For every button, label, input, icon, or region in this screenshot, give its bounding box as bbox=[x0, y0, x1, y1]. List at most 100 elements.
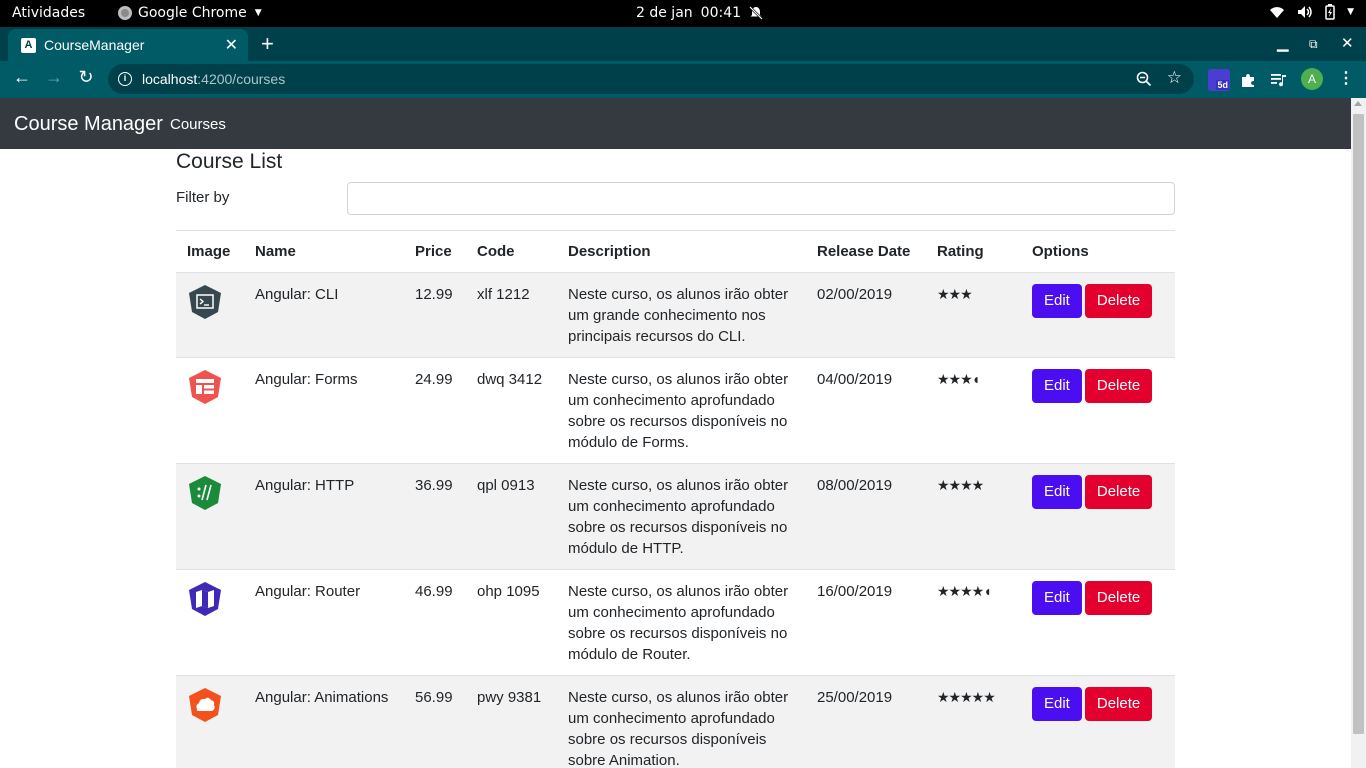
address-bar[interactable]: i localhost:4200/courses ☆ bbox=[108, 64, 1194, 94]
cell-price: 46.99 bbox=[404, 569, 466, 676]
activities-button[interactable]: Atividades bbox=[12, 5, 85, 21]
edit-button[interactable]: Edit bbox=[1032, 475, 1082, 509]
profile-avatar[interactable]: A bbox=[1301, 68, 1323, 90]
cell-code: pwy 9381 bbox=[466, 675, 557, 768]
forward-icon[interactable]: → bbox=[43, 67, 65, 88]
tray-caret-icon: ▼ bbox=[1347, 7, 1354, 17]
cell-image bbox=[176, 357, 244, 464]
header-description: Description bbox=[557, 230, 806, 273]
edit-button[interactable]: Edit bbox=[1032, 284, 1082, 318]
edit-button[interactable]: Edit bbox=[1032, 687, 1082, 721]
restore-icon[interactable]: ⧉ bbox=[1309, 37, 1318, 52]
cell-image bbox=[176, 569, 244, 676]
cell-options: Edit Delete bbox=[1021, 272, 1175, 358]
cell-release-date: 02/00/2019 bbox=[806, 272, 926, 358]
cell-description: Neste curso, os alunos irão obter um con… bbox=[557, 463, 806, 570]
header-rating: Rating bbox=[926, 230, 1021, 273]
filter-input[interactable] bbox=[347, 182, 1175, 215]
site-info-icon[interactable]: i bbox=[118, 72, 132, 86]
zoom-out-icon[interactable] bbox=[1136, 71, 1152, 87]
os-top-bar: Atividades Google Chrome ▼ 2 de jan 00:4… bbox=[0, 0, 1366, 27]
system-tray[interactable]: ▼ bbox=[1269, 4, 1354, 20]
edit-button[interactable]: Edit bbox=[1032, 369, 1082, 403]
new-tab-icon[interactable]: + bbox=[261, 31, 274, 57]
delete-button[interactable]: Delete bbox=[1084, 581, 1153, 615]
cell-options: Edit Delete bbox=[1021, 357, 1175, 464]
caret-down-icon: ▼ bbox=[254, 8, 262, 18]
delete-button[interactable]: Delete bbox=[1084, 369, 1153, 403]
cell-rating: ★★★★ bbox=[926, 463, 1021, 570]
rating-stars: ★★★★★ bbox=[937, 689, 996, 705]
page-scrollbar[interactable] bbox=[1351, 98, 1366, 768]
tab-strip: A CourseManager ✕ bbox=[0, 27, 1366, 61]
back-icon[interactable]: ← bbox=[11, 67, 33, 88]
clock-time: 00:41 bbox=[700, 5, 742, 21]
cell-release-date: 16/00/2019 bbox=[806, 569, 926, 676]
cell-description: Neste curso, os alunos irão obter um con… bbox=[557, 569, 806, 676]
clock-date: 2 de jan bbox=[636, 5, 693, 21]
cell-release-date: 25/00/2019 bbox=[806, 675, 926, 768]
header-name: Name bbox=[244, 230, 404, 273]
cell-name: Angular: Animations bbox=[244, 675, 404, 768]
rating-stars: ★★★ bbox=[937, 286, 973, 302]
bookmark-star-icon[interactable]: ☆ bbox=[1167, 68, 1182, 88]
cell-image bbox=[176, 463, 244, 570]
table-row: Angular: CLI 12.99 xlf 1212 Neste curso,… bbox=[176, 272, 1175, 358]
table-row: Angular: Router 46.99 ohp 1095 Neste cur… bbox=[176, 569, 1175, 676]
cell-options: Edit Delete bbox=[1021, 569, 1175, 676]
tab-coursemanager[interactable]: A CourseManager ✕ bbox=[8, 29, 248, 61]
courses-table: Image Name Price Code Description Releas… bbox=[176, 230, 1175, 768]
delete-button[interactable]: Delete bbox=[1084, 687, 1153, 721]
navbar-brand[interactable]: Course Manager bbox=[14, 113, 163, 136]
table-header-row: Image Name Price Code Description Releas… bbox=[176, 230, 1175, 273]
url-text[interactable]: localhost:4200/courses bbox=[142, 71, 285, 87]
cell-release-date: 08/00/2019 bbox=[806, 463, 926, 570]
close-tab-icon[interactable]: ✕ bbox=[225, 35, 238, 55]
table-row: Angular: HTTP 36.99 qpl 0913 Neste curso… bbox=[176, 463, 1175, 570]
cell-rating: ★★★◖ bbox=[926, 357, 1021, 464]
cell-image bbox=[176, 675, 244, 768]
header-release-date: Release Date bbox=[806, 230, 926, 273]
rating-stars: ★★★★◖ bbox=[937, 583, 992, 599]
minimize-icon[interactable]: ▁ bbox=[1277, 34, 1289, 52]
edit-button[interactable]: Edit bbox=[1032, 581, 1082, 615]
cell-name: Angular: Router bbox=[244, 569, 404, 676]
scrollbar-thumb[interactable] bbox=[1353, 114, 1364, 734]
angular-favicon-icon: A bbox=[21, 38, 36, 53]
cell-name: Angular: Forms bbox=[244, 357, 404, 464]
calendar-extension-icon[interactable]: 5d bbox=[1208, 69, 1230, 91]
scroll-up-arrow-icon[interactable] bbox=[1354, 101, 1362, 106]
cell-description: Neste curso, os alunos irão obter um gra… bbox=[557, 272, 806, 358]
extensions-puzzle-icon[interactable] bbox=[1240, 72, 1256, 88]
cell-price: 12.99 bbox=[404, 272, 466, 358]
reload-icon[interactable]: ↻ bbox=[75, 67, 97, 88]
cell-price: 56.99 bbox=[404, 675, 466, 768]
table-row: Angular: Forms 24.99 dwq 3412 Neste curs… bbox=[176, 357, 1175, 464]
angular-forms-icon bbox=[189, 370, 221, 404]
cell-price: 36.99 bbox=[404, 463, 466, 570]
browser-toolbar: ← → ↻ i localhost:4200/courses ☆ 5d A ⋮ bbox=[0, 61, 1366, 98]
cell-rating: ★★★★◖ bbox=[926, 569, 1021, 676]
app-menu[interactable]: Google Chrome ▼ bbox=[118, 5, 262, 21]
cell-code: qpl 0913 bbox=[466, 463, 557, 570]
volume-icon bbox=[1298, 6, 1312, 18]
cell-description: Neste curso, os alunos irão obter um con… bbox=[557, 357, 806, 464]
close-window-icon[interactable]: ✕ bbox=[1341, 34, 1354, 52]
angular-router-icon bbox=[189, 582, 221, 616]
cell-code: xlf 1212 bbox=[466, 272, 557, 358]
app-navbar: Course Manager Courses bbox=[0, 98, 1351, 149]
nav-link-courses[interactable]: Courses bbox=[170, 116, 226, 133]
battery-icon bbox=[1325, 4, 1335, 20]
cell-code: ohp 1095 bbox=[466, 569, 557, 676]
cell-name: Angular: CLI bbox=[244, 272, 404, 358]
cell-rating: ★★★★★ bbox=[926, 675, 1021, 768]
wifi-icon bbox=[1270, 7, 1285, 18]
header-code: Code bbox=[466, 230, 557, 273]
cell-rating: ★★★ bbox=[926, 272, 1021, 358]
delete-button[interactable]: Delete bbox=[1084, 475, 1153, 509]
clock[interactable]: 2 de jan 00:41 bbox=[636, 5, 763, 21]
delete-button[interactable]: Delete bbox=[1084, 284, 1153, 318]
chrome-menu-icon[interactable]: ⋮ bbox=[1338, 68, 1354, 88]
media-control-icon[interactable] bbox=[1271, 73, 1287, 87]
cell-description: Neste curso, os alunos irão obter um con… bbox=[557, 675, 806, 768]
